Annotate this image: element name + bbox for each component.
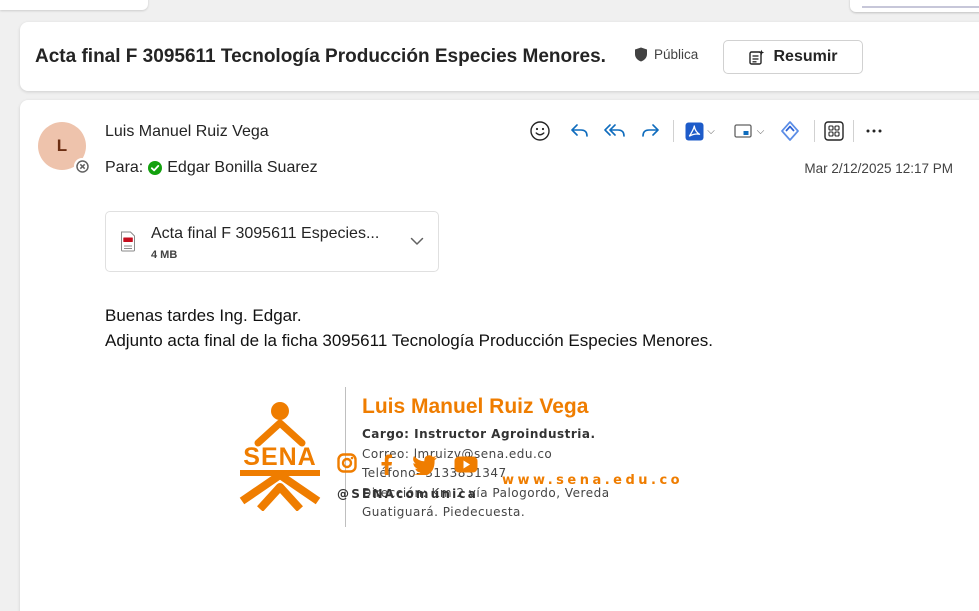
attachment-size: 4 MB [151, 249, 178, 261]
top-strip [0, 0, 979, 14]
body-line: Adjunto acta final de la ficha 3095611 T… [105, 331, 713, 350]
toolbar-divider [673, 120, 674, 142]
toolbar-divider [853, 120, 854, 142]
sender-name[interactable]: Luis Manuel Ruiz Vega [105, 123, 269, 141]
emoji-icon[interactable] [526, 117, 554, 145]
avatar-initial: L [56, 136, 68, 155]
pdf-file-icon [121, 231, 135, 252]
chevron-down-icon: ⌵ [756, 125, 765, 137]
summarize-label: Resumir [773, 48, 838, 65]
facebook-icon[interactable] [379, 453, 393, 475]
apps-icon[interactable] [821, 117, 847, 145]
immersive-reader-icon[interactable]: ⌵ [726, 117, 772, 145]
presence-offline-icon [74, 158, 90, 174]
signature-name: Luis Manuel Ruiz Vega [362, 395, 589, 418]
recipient-name[interactable]: Edgar Bonilla Suarez [167, 159, 317, 177]
forward-icon[interactable] [632, 117, 667, 145]
signature-social: www.sena.edu.co @SENAcomunica [337, 453, 697, 513]
sena-logo: SENA [239, 402, 321, 511]
more-icon[interactable] [860, 117, 888, 145]
attachment-card[interactable]: Acta final F 3095611 Especies... 4 MB [105, 211, 439, 272]
reply-all-icon[interactable] [597, 117, 632, 145]
reply-icon[interactable] [562, 117, 597, 145]
toolbar-divider [814, 120, 815, 142]
message-subject: Acta final F 3095611 Tecnología Producci… [35, 46, 606, 67]
subject-bar: Acta final F 3095611 Tecnología Producci… [20, 22, 979, 91]
signature-role: Cargo: Instructor Agroindustria. [362, 427, 596, 441]
message-body: Buenas tardes Ing. Edgar. Adjunto acta f… [105, 303, 713, 353]
next-card-edge [850, 0, 979, 12]
loop-icon[interactable] [772, 117, 808, 145]
summarize-button[interactable]: Resumir [723, 40, 863, 74]
signature-handle: @SENAcomunica [337, 487, 479, 501]
pdf-icon[interactable]: ⌵ [680, 117, 720, 145]
sensitivity-text: Pública [654, 47, 699, 62]
message-datetime: Mar 2/12/2025 12:17 PM [804, 161, 953, 176]
recipient-line: Para: Edgar Bonilla Suarez [105, 159, 318, 177]
shield-icon [635, 47, 647, 62]
available-status-icon [148, 161, 163, 175]
body-line: Buenas tardes Ing. Edgar. [105, 306, 302, 325]
chevron-down-icon: ⌵ [707, 125, 715, 137]
chevron-down-icon[interactable] [410, 237, 424, 246]
attachment-name: Acta final F 3095611 Especies... [151, 225, 380, 242]
previous-card-edge [0, 0, 148, 10]
youtube-icon[interactable] [454, 456, 478, 473]
instagram-icon[interactable] [337, 453, 357, 473]
sena-logo-text: SENA [243, 443, 316, 471]
signature-website[interactable]: www.sena.edu.co [502, 473, 683, 488]
to-label: Para: [105, 159, 144, 176]
message-actions: ⌵ ⌵ [526, 117, 888, 145]
summarize-icon [749, 49, 765, 65]
twitter-icon[interactable] [412, 455, 438, 475]
sensitivity-label[interactable]: Pública [634, 47, 698, 62]
message-card: L Luis Manuel Ruiz Vega Para: Edgar Boni… [20, 100, 979, 611]
